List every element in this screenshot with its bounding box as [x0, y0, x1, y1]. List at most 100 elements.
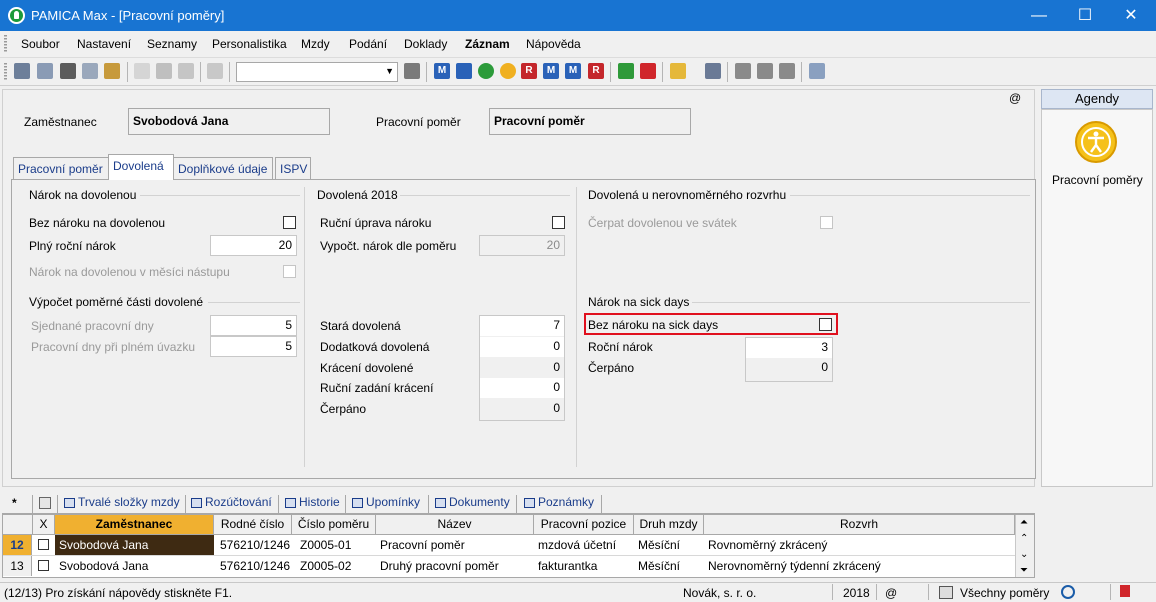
export-icon[interactable] [37, 63, 53, 79]
holiday-checkbox[interactable] [820, 216, 833, 229]
cell-title[interactable]: Druhý pracovní poměr [376, 556, 534, 576]
cell-number[interactable]: Z0005-01 [296, 535, 376, 555]
cell-rc[interactable]: 576210/1246 [216, 535, 292, 555]
toolbar-combo[interactable]: ▼ [236, 62, 398, 82]
cell-position[interactable]: mzdová účetní [534, 535, 634, 555]
filter-icon[interactable] [404, 63, 420, 79]
row-number[interactable]: 13 [3, 556, 32, 576]
cell-wage[interactable]: Měsíční [634, 535, 704, 555]
minimize-button[interactable]: — [1016, 0, 1062, 31]
employee-field[interactable]: Svobodová Jana [128, 108, 330, 135]
col-header-wage[interactable]: Druh mzdy [634, 515, 704, 535]
agenda-r1-icon[interactable]: R [521, 63, 537, 79]
person-agenda-icon[interactable] [1075, 121, 1117, 163]
menu-personalistika[interactable]: Personalistika [212, 37, 287, 51]
col-header-rc[interactable]: Rodné číslo [214, 515, 292, 535]
cell-rc[interactable]: 576210/1246 [216, 556, 292, 576]
row-number[interactable]: 12 [3, 535, 32, 555]
btab-upominky[interactable]: Upomínky [350, 495, 420, 514]
menu-mzdy[interactable]: Mzdy [301, 37, 330, 51]
col-header-position[interactable]: Pracovní pozice [534, 515, 634, 535]
agenda-r2-icon[interactable]: R [588, 63, 604, 79]
menu-doklady[interactable]: Doklady [404, 37, 447, 51]
save-all-icon[interactable] [178, 63, 194, 79]
old-leave-input[interactable]: 7 [480, 316, 564, 336]
flag-red-icon[interactable] [1120, 585, 1130, 597]
maximize-button[interactable]: ☐ [1062, 0, 1108, 31]
menu-nastaveni[interactable]: Nastavení [77, 37, 131, 51]
flag-green-icon[interactable] [618, 63, 634, 79]
full-days-input[interactable]: 5 [210, 336, 297, 357]
scroll-up-icon[interactable]: ⌃ [1020, 533, 1028, 544]
manual-reduction-input[interactable]: 0 [480, 378, 564, 398]
close-button[interactable]: ✕ [1108, 0, 1154, 31]
scroll-top-icon[interactable]: ⏶ [1020, 517, 1028, 528]
chevron-down-icon[interactable]: ▼ [385, 66, 394, 76]
menu-zaznam[interactable]: Záznam [465, 37, 510, 51]
btab-dokumenty[interactable]: Dokumenty [433, 495, 510, 514]
cell-title[interactable]: Pracovní poměr [376, 535, 534, 555]
btab-rozuctovani[interactable]: Rozúčtování [189, 495, 272, 514]
copy-icon[interactable] [207, 63, 223, 79]
menu-podani[interactable]: Podání [349, 37, 387, 51]
row-checkbox[interactable] [38, 560, 49, 571]
report-icon[interactable] [735, 63, 751, 79]
cell-wage[interactable]: Měsíční [634, 556, 704, 576]
no-claim-checkbox[interactable] [283, 216, 296, 229]
cell-employee[interactable]: Svobodová Jana [55, 556, 214, 576]
print-icon[interactable] [60, 63, 76, 79]
relation-field[interactable]: Pracovní poměr [489, 108, 691, 135]
new-record-star[interactable]: * [12, 496, 17, 510]
tab-pracovni-pomer[interactable]: Pracovní poměr [13, 157, 109, 179]
cell-schedule[interactable]: Rovnoměrný zkrácený [704, 535, 1015, 555]
no-sick-days-checkbox[interactable] [819, 318, 832, 331]
help-icon[interactable] [809, 63, 825, 79]
check-icon[interactable] [1061, 585, 1075, 599]
agreed-days-input[interactable]: 5 [210, 315, 297, 336]
person-icon[interactable] [478, 63, 494, 79]
cell-position[interactable]: fakturantka [534, 556, 634, 576]
new-record-icon[interactable] [134, 63, 150, 79]
navigate-icon[interactable] [14, 63, 30, 79]
print-settings-icon[interactable] [104, 63, 120, 79]
manual-claim-checkbox[interactable] [552, 216, 565, 229]
col-header-employee[interactable]: Zaměstnanec [55, 515, 214, 535]
extra-leave-input[interactable]: 0 [480, 337, 564, 357]
cell-number[interactable]: Z0005-02 [296, 556, 376, 576]
filter-icon[interactable] [39, 497, 51, 509]
row-checkbox[interactable] [38, 539, 49, 550]
cell-schedule[interactable]: Nerovnoměrný týdenní zkrácený [704, 556, 1015, 576]
person-yellow-icon[interactable] [500, 63, 516, 79]
save-icon[interactable] [156, 63, 172, 79]
col-header-number[interactable]: Číslo poměru [292, 515, 376, 535]
scroll-down-icon[interactable]: ⌄ [1020, 549, 1028, 560]
tab-ispv[interactable]: ISPV [275, 157, 311, 179]
menu-napoveda[interactable]: Nápověda [526, 37, 581, 51]
btab-historie[interactable]: Historie [283, 495, 340, 514]
btab-poznamky[interactable]: Poznámky [522, 495, 594, 514]
btab-trvale-slozky[interactable]: Trvalé složky mzdy [62, 495, 180, 514]
list-icon[interactable] [757, 63, 773, 79]
agenda-m2-icon[interactable]: M [543, 63, 559, 79]
tab-doplnkove-udaje[interactable]: Doplňkové údaje [173, 157, 273, 179]
tab-dovolena[interactable]: Dovolená [108, 154, 174, 180]
claim-month-checkbox[interactable] [283, 265, 296, 278]
print-preview-icon[interactable] [82, 63, 98, 79]
agenda-item-label[interactable]: Pracovní poměry [1052, 173, 1143, 187]
document-icon[interactable] [779, 63, 795, 79]
calculator-icon[interactable] [705, 63, 721, 79]
full-claim-input[interactable]: 20 [210, 235, 297, 256]
folder-icon[interactable] [670, 63, 686, 79]
col-header-x[interactable]: X [33, 515, 55, 535]
filter-icon[interactable] [939, 586, 953, 599]
agenda-m3-icon[interactable]: M [565, 63, 581, 79]
col-header-schedule[interactable]: Rozvrh [704, 515, 1015, 535]
agenda-up-icon[interactable] [456, 63, 472, 79]
col-header-title[interactable]: Název [376, 515, 534, 535]
menu-soubor[interactable]: Soubor [21, 37, 60, 51]
cell-employee[interactable]: Svobodová Jana [55, 535, 214, 555]
menu-seznamy[interactable]: Seznamy [147, 37, 197, 51]
agenda-m-icon[interactable]: M [434, 63, 450, 79]
scroll-bottom-icon[interactable]: ⏷ [1020, 565, 1028, 576]
flag-red-icon[interactable] [640, 63, 656, 79]
